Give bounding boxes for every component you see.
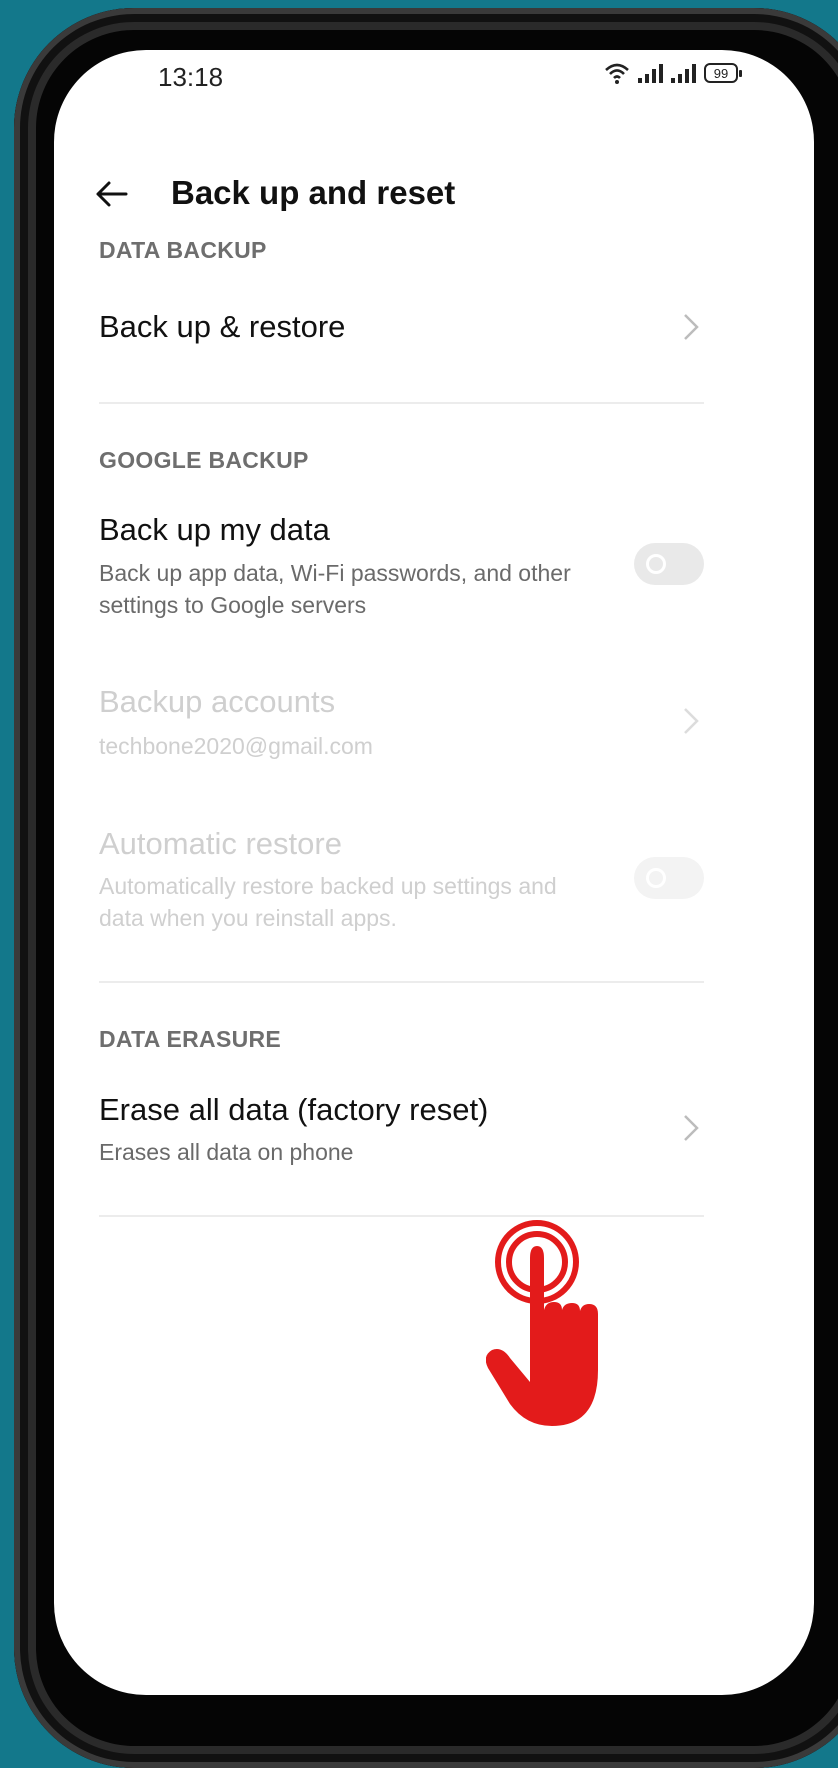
divider	[99, 1215, 704, 1217]
phone-screen: 13:18 99 Back up and reset DATA BACKUP B…	[54, 50, 814, 1695]
section-label-data-backup: DATA BACKUP	[99, 237, 267, 263]
page-title: Back up and reset	[171, 174, 456, 211]
divider	[99, 981, 704, 983]
erase-all-data-title: Erase all data (factory reset)	[99, 1092, 489, 1127]
tap-hand-icon	[486, 1220, 598, 1426]
status-icons: 99	[604, 62, 742, 84]
toggle-knob	[646, 554, 666, 574]
automatic-restore-toggle[interactable]	[634, 857, 704, 899]
toggle-knob	[646, 868, 666, 888]
chevron-right-icon	[684, 708, 699, 734]
signal-icon	[671, 63, 696, 83]
battery-icon: 99	[704, 63, 742, 83]
backup-accounts-email: techbone2020@gmail.com	[99, 733, 373, 759]
chevron-right-icon	[684, 1115, 699, 1141]
divider	[99, 402, 704, 404]
backup-my-data-title: Back up my data	[99, 512, 330, 547]
backup-my-data-subtitle: Back up app data, Wi-Fi passwords, and o…	[99, 560, 571, 618]
backup-restore-title: Back up & restore	[99, 309, 346, 344]
section-label-google-backup: GOOGLE BACKUP	[99, 447, 309, 473]
automatic-restore-title: Automatic restore	[99, 826, 342, 861]
wifi-icon	[605, 63, 629, 84]
backup-accounts-title: Backup accounts	[99, 684, 336, 719]
automatic-restore-subtitle: Automatically restore backed up settings…	[99, 873, 557, 931]
back-arrow-icon[interactable]	[92, 174, 132, 214]
signal-icon	[638, 63, 663, 83]
backup-my-data-toggle[interactable]	[634, 543, 704, 585]
erase-all-data-subtitle: Erases all data on phone	[99, 1139, 354, 1165]
header: Back up and reset	[54, 160, 814, 230]
section-label-data-erasure: DATA ERASURE	[99, 1026, 282, 1052]
status-time: 13:18	[158, 62, 224, 92]
chevron-right-icon	[684, 314, 699, 340]
status-bar: 13:18 99	[54, 50, 814, 110]
